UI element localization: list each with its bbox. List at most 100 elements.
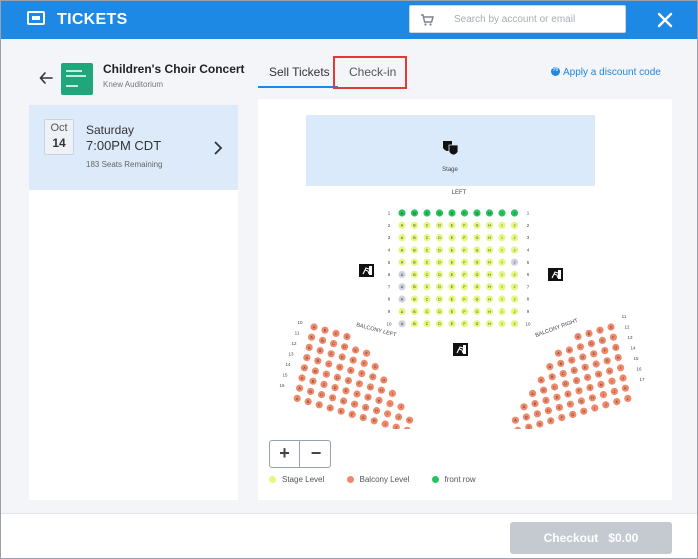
seat-letter: D <box>547 409 550 413</box>
legend-label: Balcony Level <box>359 475 410 484</box>
checkout-total: $0.00 <box>608 531 639 545</box>
seat-letter: J <box>514 261 516 265</box>
seat-letter: C <box>325 373 328 377</box>
seat-letter: I <box>620 366 621 370</box>
date-month: Oct <box>50 122 68 134</box>
seat-letter: D <box>438 322 441 326</box>
event-venue: Knew Auditorium <box>103 80 164 89</box>
balcony-row-number: 13 <box>627 335 633 340</box>
balcony-row-number: 11 <box>295 331 300 336</box>
legend-dot <box>269 476 276 483</box>
seat-map[interactable]: Stage LEFT BALCONY LEFT BALCONY RIGHT 11… <box>258 99 672 429</box>
seat-letter: G <box>476 273 479 277</box>
seat-letter: I <box>502 310 503 314</box>
tab-sell-tickets[interactable]: Sell Tickets <box>269 65 330 79</box>
balcony-row-number: 16 <box>279 383 285 388</box>
seat-letter: C <box>330 352 333 356</box>
row-number: 10 <box>525 321 531 326</box>
row-number: 8 <box>527 297 530 302</box>
seat-letter: D <box>590 342 593 346</box>
chevron-right-icon[interactable] <box>213 141 223 155</box>
seat-letter: I <box>502 285 503 289</box>
seat-letter: I <box>502 322 503 326</box>
seat-letter: D <box>343 345 346 349</box>
back-arrow-icon[interactable] <box>38 70 54 86</box>
seat-letter: D <box>438 298 441 302</box>
balcony-row-number: 15 <box>282 373 288 378</box>
row-number: 5 <box>388 260 391 265</box>
row-number: 4 <box>527 248 530 253</box>
seat-letter: H <box>488 224 491 228</box>
seat-letter: G <box>580 399 583 403</box>
search-box[interactable] <box>409 5 626 33</box>
seat-letter: G <box>606 359 609 363</box>
seat-letter: C <box>527 426 530 429</box>
tickets-icon <box>27 11 45 25</box>
seat-letter: H <box>488 211 491 215</box>
date-card[interactable]: Oct 14 Saturday 7:00PM CDT 183 Seats Rem… <box>29 105 238 190</box>
seat-letter: C <box>426 285 429 289</box>
seat-letter: D <box>329 406 332 410</box>
seat-letter: C <box>536 412 539 416</box>
seat-letter: C <box>570 359 573 363</box>
exit-door <box>558 270 561 279</box>
seat-letter: I <box>390 402 391 406</box>
legend-dot <box>431 476 439 483</box>
seat-letter: J <box>514 224 516 228</box>
row-number: 9 <box>388 309 391 314</box>
seat-letter: J <box>622 376 624 380</box>
seat-letter: D <box>556 396 559 400</box>
seat-letter: H <box>488 248 491 252</box>
seat-letter: H <box>488 310 491 314</box>
seat-letter: J <box>514 273 516 277</box>
legend-balcony-level: Balcony Level <box>346 475 410 484</box>
seat-letter: H <box>488 273 491 277</box>
seat-letter: D <box>573 369 576 373</box>
seat-letter: C <box>426 236 429 240</box>
seat-letter: I <box>502 224 503 228</box>
legend-stage-level: Stage Level <box>269 475 324 484</box>
row-number: 3 <box>388 235 391 240</box>
seat-letter: L <box>627 397 629 401</box>
seat-letter: G <box>571 413 574 417</box>
seat-letter: D <box>438 224 441 228</box>
apply-discount-link[interactable]: Apply a discount code <box>551 66 661 78</box>
seat-letter: D <box>438 261 441 265</box>
seat-letter: G <box>476 285 479 289</box>
seat-letter: J <box>398 415 400 419</box>
row-number: 6 <box>388 272 391 277</box>
seat-letter: J <box>514 322 516 326</box>
date-time: 7:00PM CDT <box>86 138 162 153</box>
zoom-out-button[interactable]: − <box>301 441 331 467</box>
seat-letter: H <box>582 410 585 414</box>
row-number: 3 <box>527 235 530 240</box>
exit-door <box>369 266 372 275</box>
checkout-button[interactable]: Checkout $0.00 <box>510 522 672 554</box>
date-weekday: Saturday <box>86 123 135 137</box>
row-number: 7 <box>388 284 391 289</box>
date-badge: Oct 14 <box>44 119 74 155</box>
balcony-row-number: 16 <box>636 367 642 372</box>
seat-letter: C <box>579 345 582 349</box>
balcony-row-number: 10 <box>297 320 303 325</box>
search-input[interactable] <box>454 6 622 32</box>
stage-label: Stage <box>442 167 458 173</box>
close-icon[interactable] <box>653 8 677 32</box>
row-number: 1 <box>527 211 530 216</box>
seat-letter: C <box>426 298 429 302</box>
row-number: 8 <box>388 297 391 302</box>
discount-label: Apply a discount code <box>563 67 661 78</box>
seat-letter: C <box>320 393 323 397</box>
seat-letter: J <box>400 405 402 409</box>
event-thumbnail <box>61 63 93 95</box>
row-number: 5 <box>527 260 530 265</box>
balcony-row-number: 15 <box>633 356 639 361</box>
seat-letter: G <box>614 346 617 350</box>
seat-letter: C <box>426 224 429 228</box>
seat-letter: G <box>362 416 365 420</box>
seat-letter: I <box>502 248 503 252</box>
zoom-in-button[interactable]: + <box>270 441 300 467</box>
seat-letter: C <box>318 403 321 407</box>
seat-letter: D <box>438 211 441 215</box>
seat-letter: J <box>514 285 516 289</box>
